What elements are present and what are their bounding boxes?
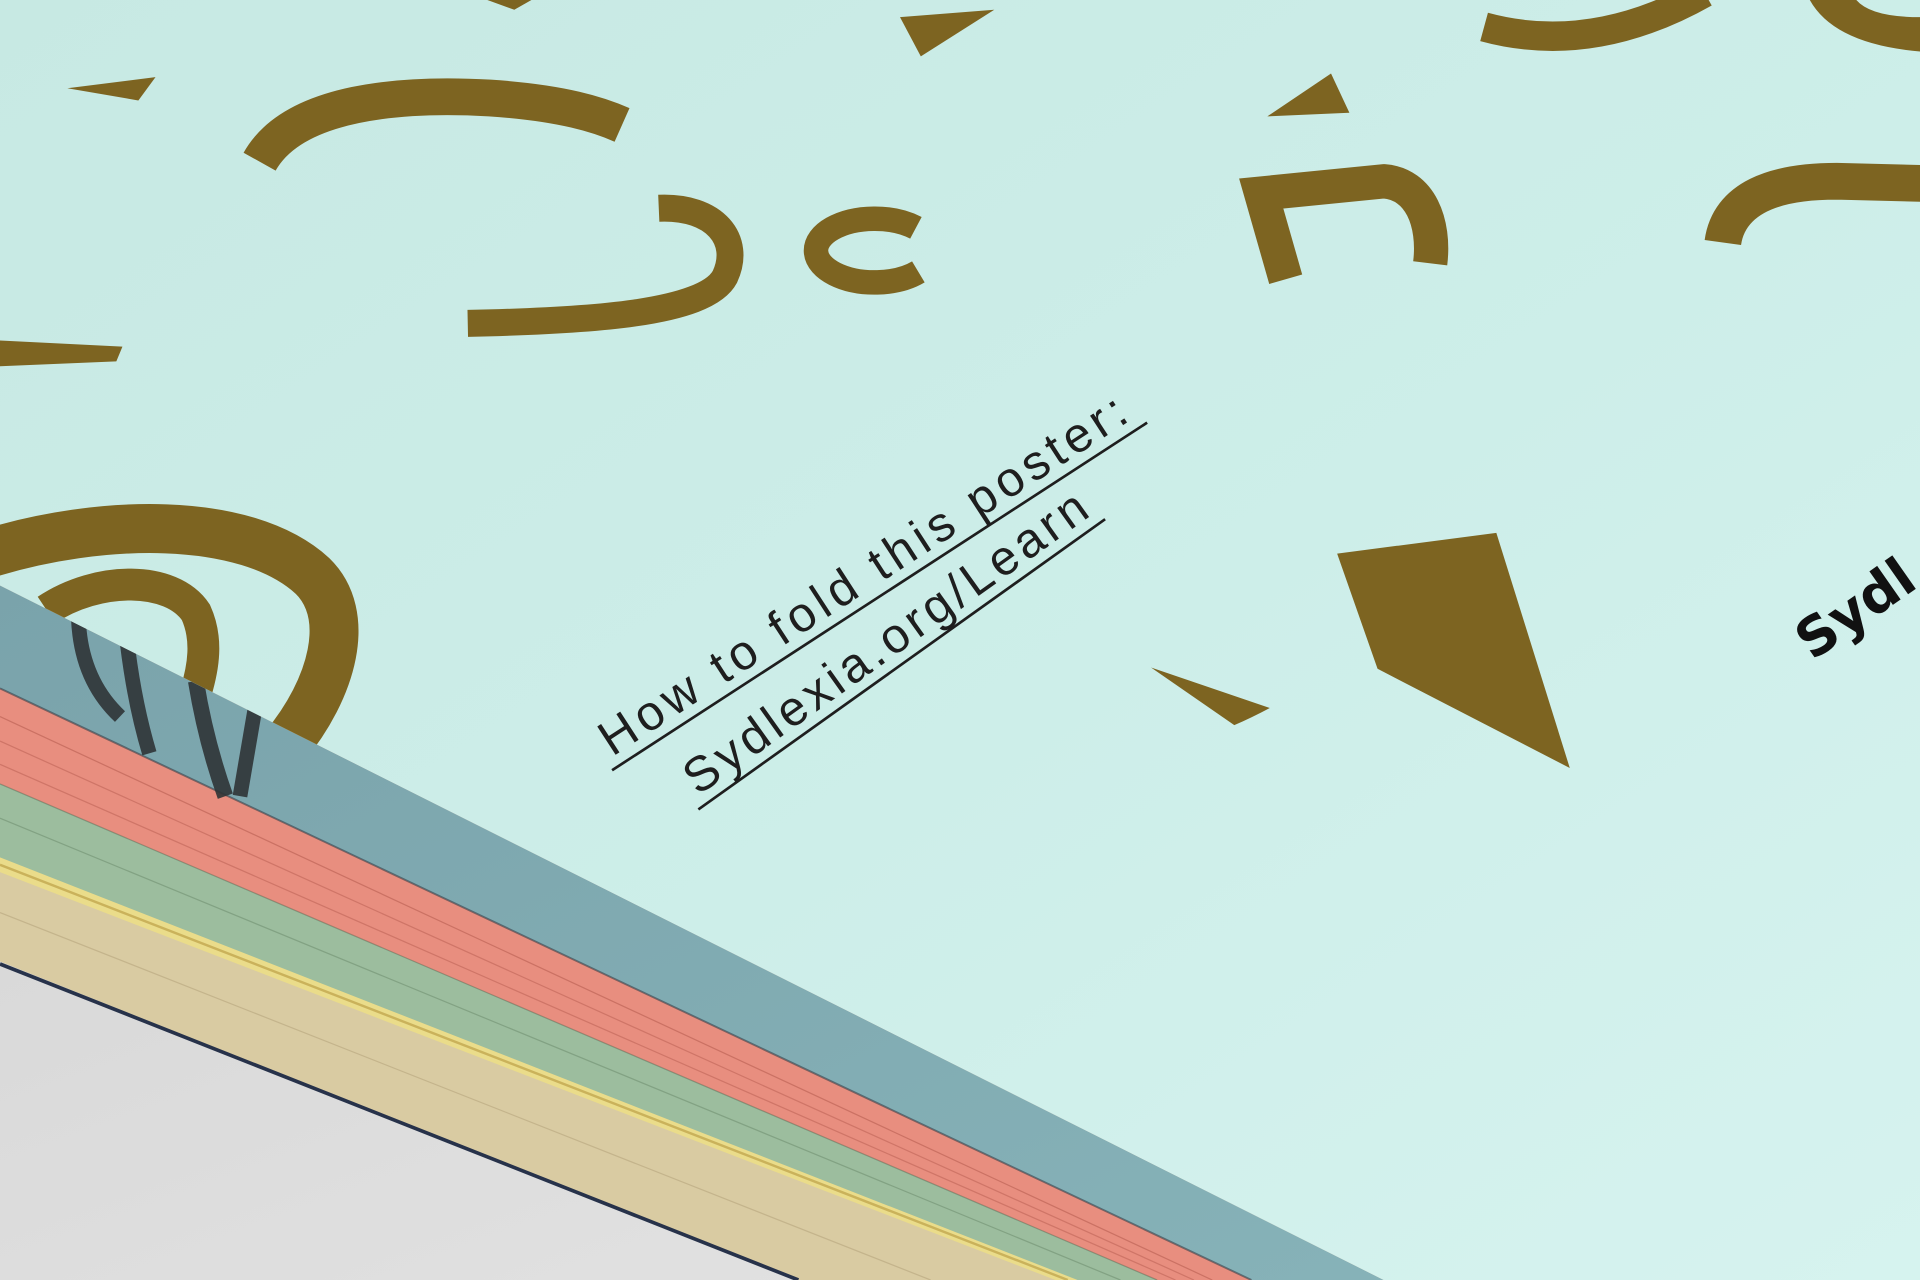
poster-stack-photo: How to fold this poster: Sydlexia.org/Le…: [0, 0, 1920, 1280]
photo-canvas: How to fold this poster: Sydlexia.org/Le…: [0, 0, 1920, 1280]
